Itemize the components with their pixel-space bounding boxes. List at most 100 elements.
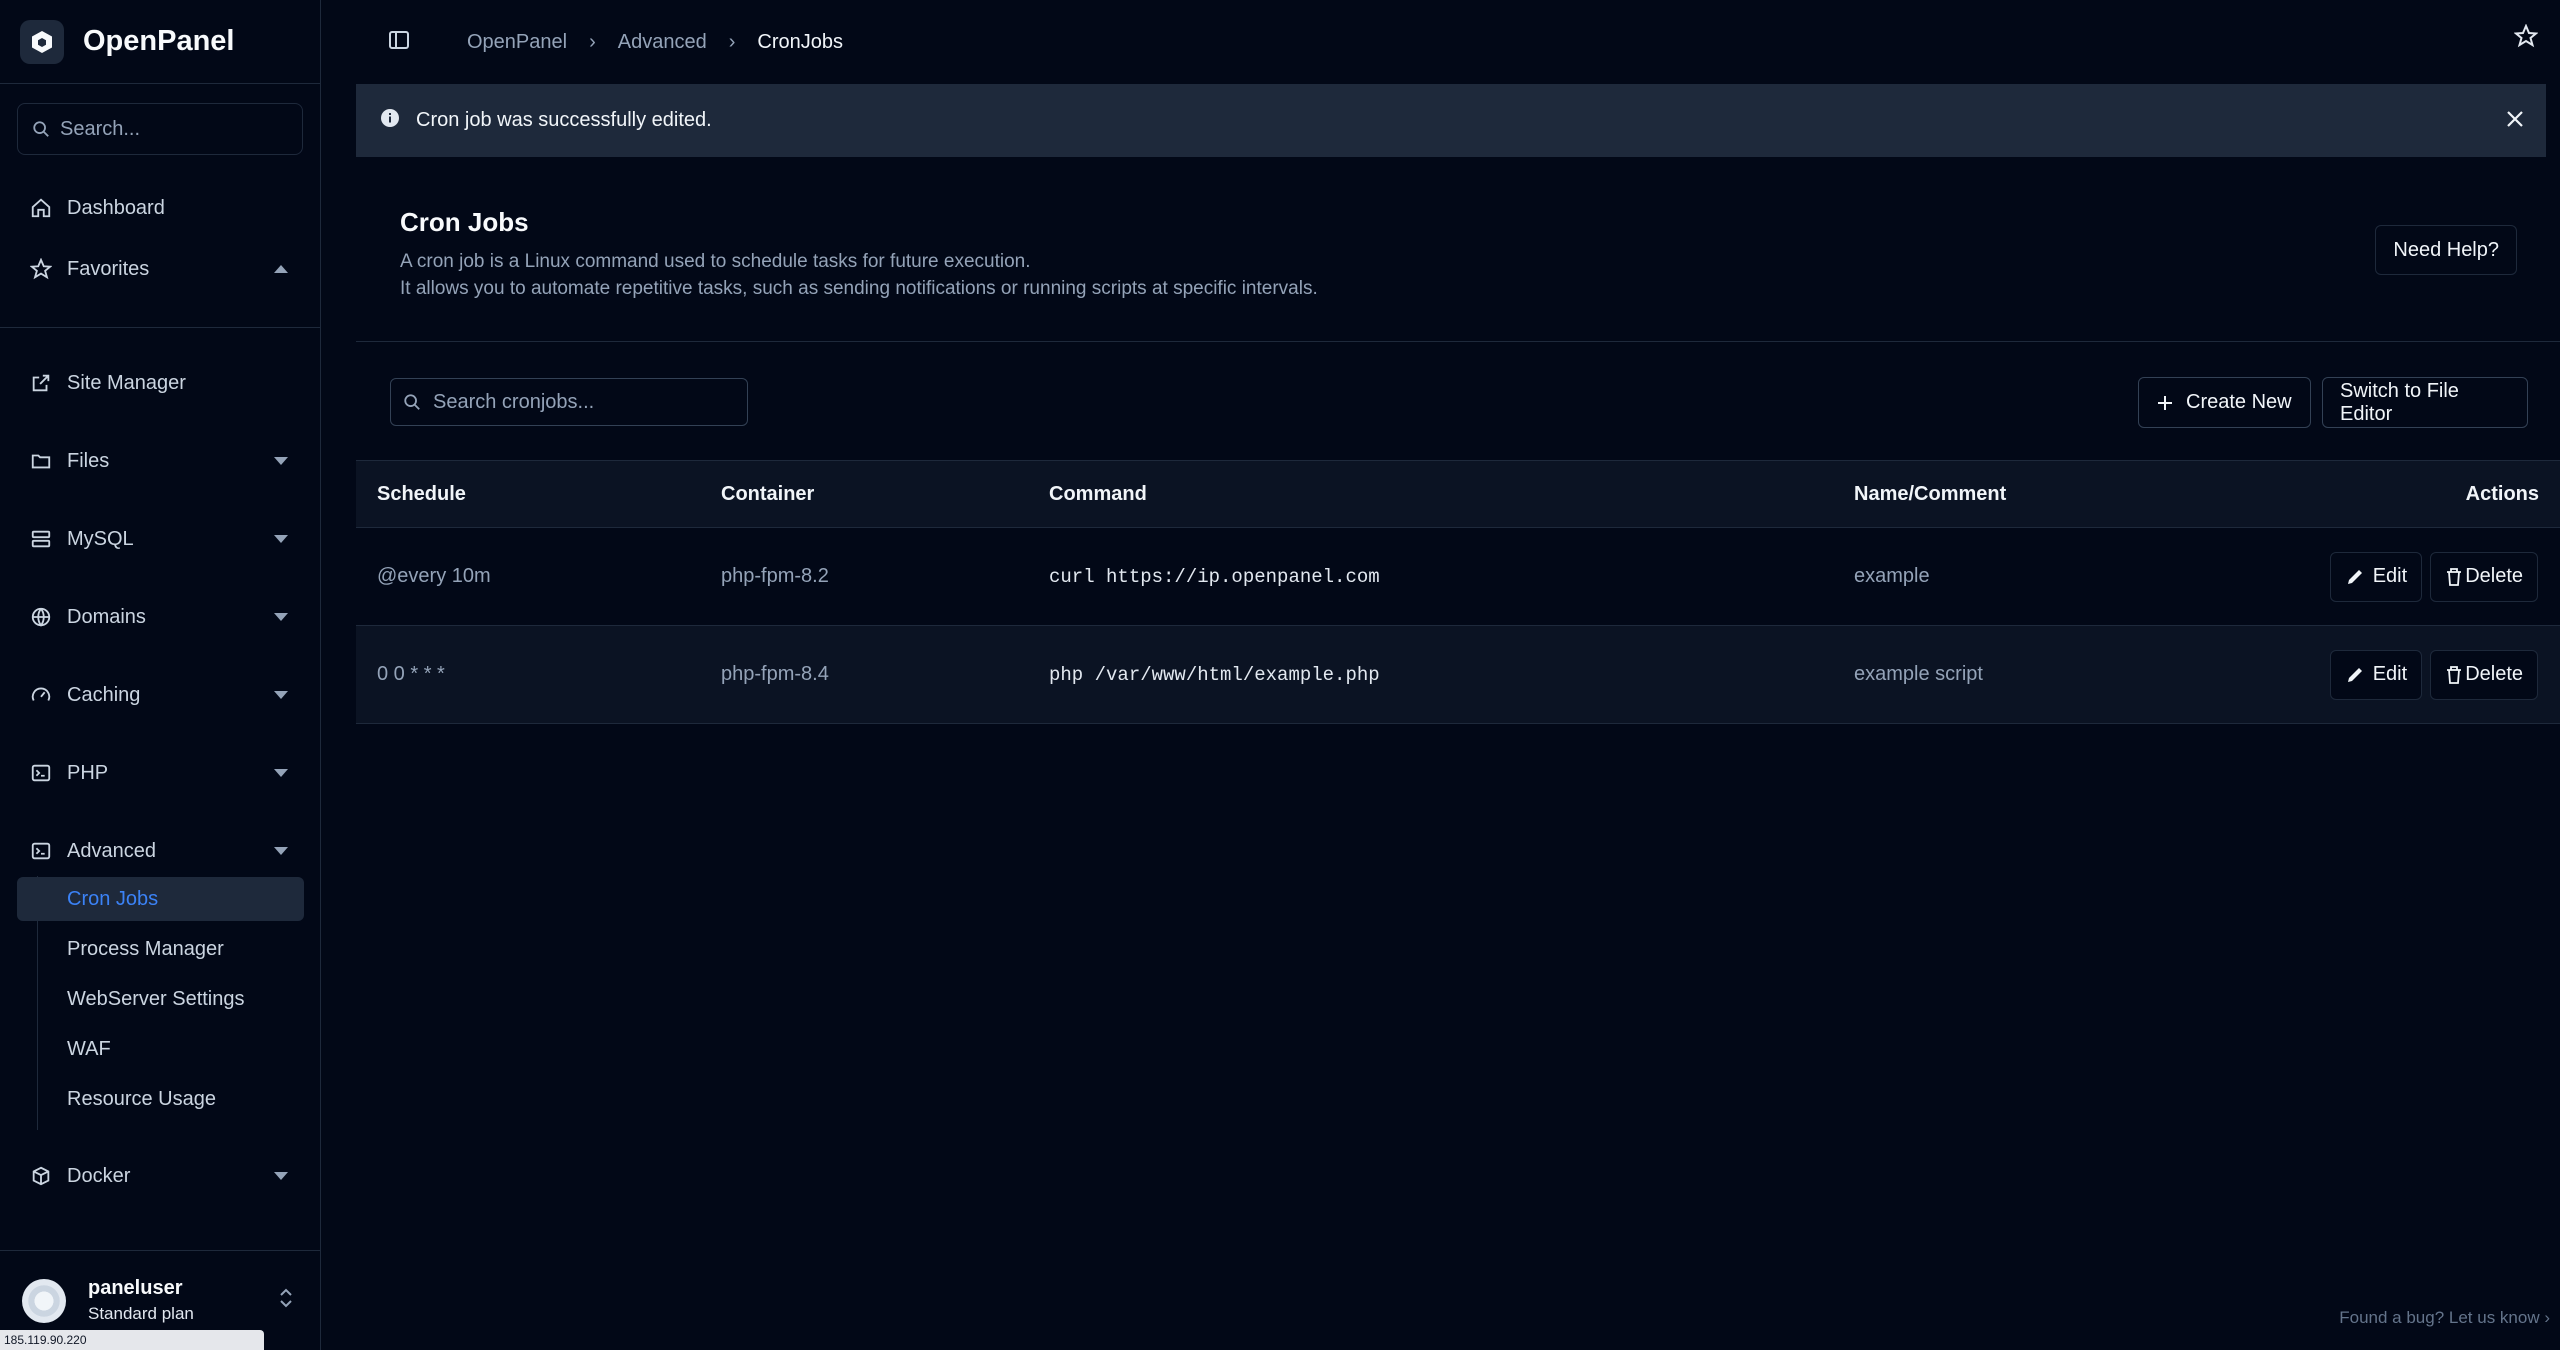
chevron-down-icon [274,1172,288,1180]
section-divider [356,341,2560,342]
report-bug-link[interactable]: Found a bug? Let us know › [2339,1308,2550,1328]
edit-label: Edit [2372,663,2408,685]
table-header: Schedule Container Command Name/Comment … [356,460,2560,528]
edit-button[interactable]: Edit [2329,649,2423,700]
page-header: Cron Jobs A cron job is a Linux command … [400,207,1318,302]
delete-button[interactable]: Delete [2430,649,2538,700]
delete-label: Delete [2465,565,2523,587]
database-icon [29,527,53,551]
info-icon [380,108,400,134]
user-plan: Standard plan [88,1304,194,1323]
cell-command: curl https://ip.openpanel.com [1049,565,1854,588]
terminal-icon [29,839,53,863]
header-container: Container [721,482,815,505]
cronjobs-table: Schedule Container Command Name/Comment … [356,460,2560,724]
sidebar-item-label: PHP [67,761,109,784]
cell-name: example script [1854,663,1983,685]
sidebar-item-domains[interactable]: Domains [17,592,304,642]
brand[interactable]: OpenPanel [0,0,320,84]
star-icon [29,257,53,281]
need-help-button[interactable]: Need Help? [2375,225,2517,275]
table-row: @every 10m php-fpm-8.2 curl https://ip.o… [356,528,2560,626]
sidebar-item-favorites[interactable]: Favorites [17,244,304,294]
avatar [22,1278,66,1323]
trash-icon [2447,567,2462,586]
sidebar-item-label: Files [67,449,110,472]
main-content: OpenPanel › Advanced › CronJobs Cron job… [321,0,2560,1350]
sidebar-item-files[interactable]: Files [17,436,304,486]
page-description-line: It allows you to automate repetitive tas… [400,278,1318,299]
chevron-up-down-icon[interactable] [279,1287,293,1314]
breadcrumb: OpenPanel › Advanced › CronJobs [467,31,843,54]
openpanel-logo-icon [20,19,64,64]
cell-container: php-fpm-8.2 [721,565,829,587]
cronjob-search-input[interactable] [433,390,733,414]
sidebar-subitem-process-manager[interactable]: Process Manager [17,927,304,971]
header-command: Command [1049,482,1147,505]
cell-schedule: @every 10m [377,565,491,587]
chevron-down-icon [274,769,288,777]
chevron-down-icon [274,613,288,621]
pencil-icon [2347,667,2362,682]
cell-actions: Edit Delete [2254,649,2560,700]
command-text: php /var/www/html/example.php [1049,664,1380,686]
gauge-icon [29,683,53,707]
sidebar-item-docker[interactable]: Docker [17,1151,304,1201]
search-icon [33,121,49,137]
cell-actions: Edit Delete [2254,551,2560,602]
container-icon [29,1164,53,1188]
sidebar-item-label: MySQL [67,527,134,550]
sidebar-search-input[interactable] [60,117,280,141]
ip-status-bar: 185.119.90.220 [0,1330,264,1350]
folder-icon [29,449,53,473]
delete-button[interactable]: Delete [2430,551,2538,602]
sidebar-divider [0,327,321,328]
sidebar-item-label: Docker [67,1164,131,1187]
sidebar-item-dashboard[interactable]: Dashboard [17,183,304,233]
success-alert: Cron job was successfully edited. [356,84,2546,157]
sidebar-subitem-waf[interactable]: WAF [17,1027,304,1071]
topbar: OpenPanel › Advanced › CronJobs [321,0,2560,84]
alert-message: Cron job was successfully edited. [416,109,712,131]
user-name: paneluser [88,1277,183,1299]
sidebar-subitem-resource-usage[interactable]: Resource Usage [17,1077,304,1121]
sidebar-item-site-manager[interactable]: Site Manager [17,358,304,408]
home-icon [29,196,53,220]
sidebar-item-label: Advanced [67,839,156,862]
sidebar-search[interactable] [17,103,303,155]
sidebar-item-advanced[interactable]: Advanced [17,826,304,876]
sidebar-subitem-webserver-settings[interactable]: WebServer Settings [17,977,304,1021]
globe-icon [29,605,53,629]
sidebar-item-php[interactable]: PHP [17,748,304,798]
sidebar-item-label: Site Manager [67,371,186,394]
chevron-down-icon [274,691,288,699]
create-new-button[interactable]: Create New [2138,377,2311,428]
command-text: curl https://ip.openpanel.com [1049,566,1380,588]
cronjob-search[interactable] [390,378,748,426]
favorite-star-icon[interactable] [2513,23,2539,53]
plus-icon [2158,395,2172,410]
sidebar: OpenPanel Dashboard Favorites Site Manag… [0,0,321,1350]
sidebar-item-mysql[interactable]: MySQL [17,514,304,564]
sidebar-subitem-cron-jobs[interactable]: Cron Jobs [17,877,304,921]
sidebar-toggle-icon[interactable] [387,28,411,57]
page-description-line: A cron job is a Linux command used to sc… [400,251,1031,272]
edit-button[interactable]: Edit [2329,551,2423,602]
cell-container: php-fpm-8.4 [721,663,829,685]
search-icon [404,394,420,410]
breadcrumb-openpanel[interactable]: OpenPanel [467,31,567,54]
sidebar-item-caching[interactable]: Caching [17,670,304,720]
breadcrumb-advanced[interactable]: Advanced [618,31,707,54]
cell-command: php /var/www/html/example.php [1049,663,1854,686]
cell-schedule: 0 0 * * * [377,663,445,685]
switch-to-file-editor-button[interactable]: Switch to File Editor [2322,377,2528,428]
create-new-label: Create New [2186,391,2292,413]
sidebar-item-label: Favorites [67,257,150,280]
pencil-icon [2347,569,2362,584]
chevron-down-icon [274,847,288,855]
close-icon[interactable] [2504,108,2526,136]
sidebar-item-label: Caching [67,683,141,706]
brand-name: OpenPanel [83,25,235,57]
chevron-right-icon: › [728,30,736,53]
terminal-icon [29,761,53,785]
